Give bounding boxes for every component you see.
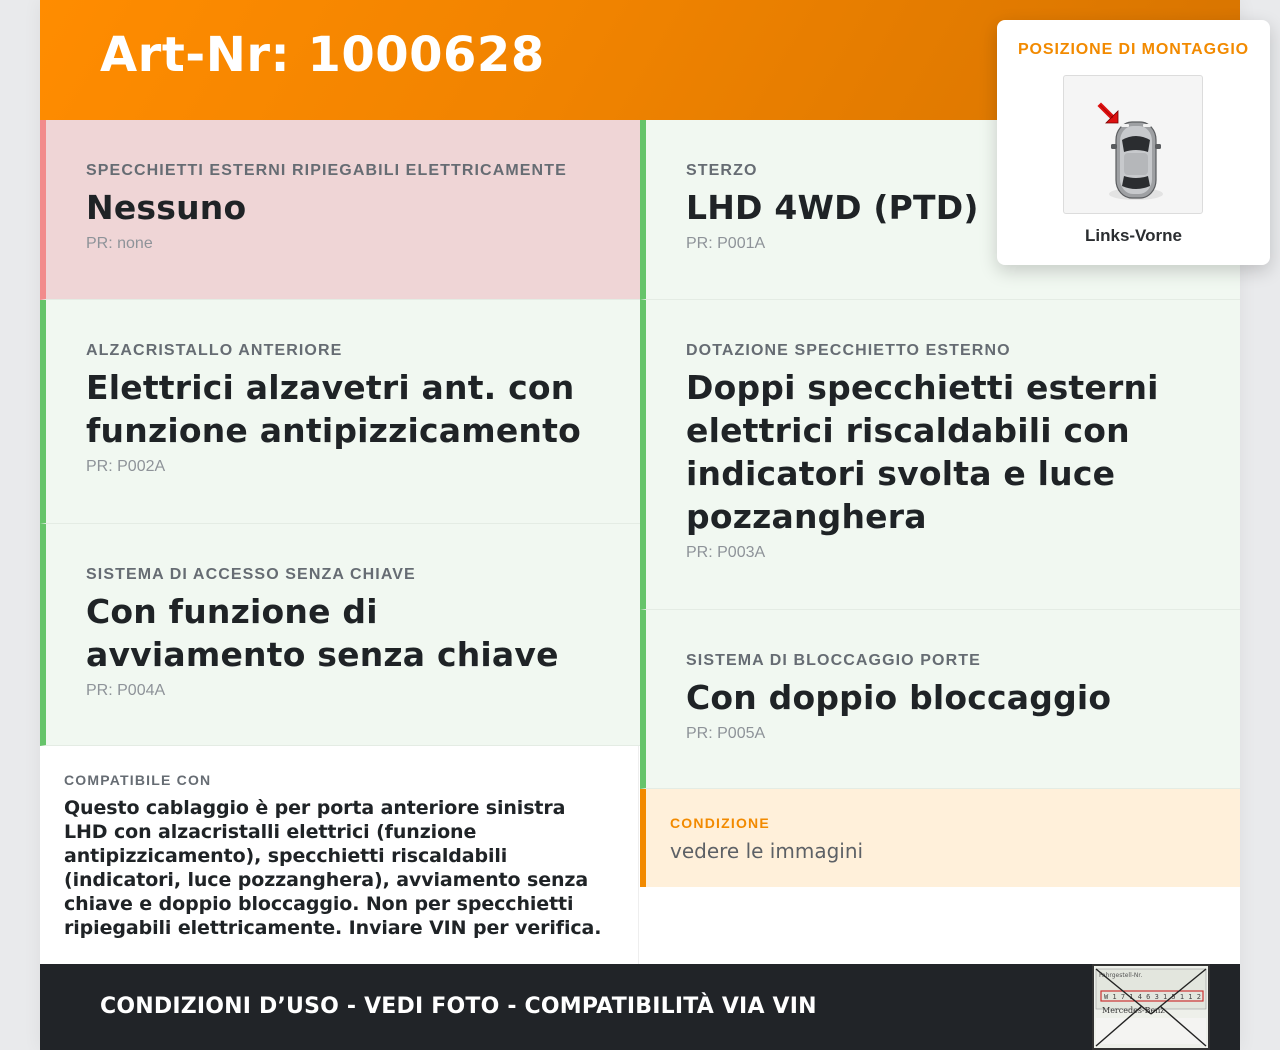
- spec-label: DOTAZIONE SPECCHIETTO ESTERNO: [686, 342, 1011, 359]
- spec-folding-mirrors: SPECCHIETTI ESTERNI RIPIEGABILI ELETTRIC…: [40, 120, 640, 300]
- spec-pr-code: PR: P003A: [686, 544, 766, 561]
- compatibility-section: COMPATIBILE CON Questo cablaggio è per p…: [40, 746, 639, 964]
- car-position-icon: [1097, 102, 1163, 200]
- footer-bar: CONDIZIONI D’USO - VEDI FOTO - COMPATIBI…: [40, 964, 1240, 1050]
- spec-label: ALZACRISTALLO ANTERIORE: [86, 342, 343, 359]
- compatibility-text: Questo cablaggio è per porta anteriore s…: [64, 797, 602, 939]
- mounting-position-card: POSIZIONE DI MONTAGGIO Links-Vorne: [997, 20, 1270, 265]
- vin-plate-thumbnail[interactable]: Fahrgestell-Nr. W 1 7 1 4 6 3 1 5 1 1 2 …: [1092, 964, 1210, 1050]
- compatibility-label: COMPATIBILE CON: [64, 772, 212, 788]
- vin-plate-number: W 1 7 1 4 6 3 1 5 1 1 2: [1104, 993, 1201, 1001]
- mounting-position-caption: Links-Vorne: [1085, 226, 1182, 245]
- spec-label: SISTEMA DI BLOCCAGGIO PORTE: [686, 652, 981, 669]
- mounting-position-title: POSIZIONE DI MONTAGGIO: [1017, 41, 1250, 58]
- spec-pr-code: PR: P005A: [686, 725, 766, 742]
- spec-keyless: SISTEMA DI ACCESSO SENZA CHIAVE Con funz…: [40, 524, 640, 746]
- page: Art-Nr: 1000628 SPECCHIETTI ESTERNI RIPI…: [40, 0, 1270, 1050]
- spec-pr-code: PR: P002A: [86, 458, 166, 475]
- spec-value: Elettrici alzavetri ant. con funzione an…: [86, 368, 581, 450]
- condition-section: CONDIZIONE vedere le immagini: [640, 789, 1240, 887]
- vin-plate-image: Fahrgestell-Nr. W 1 7 1 4 6 3 1 5 1 1 2 …: [1094, 966, 1208, 1048]
- condition-label: CONDIZIONE: [670, 815, 770, 831]
- car-top-view-image: [1063, 75, 1203, 214]
- footer-text: CONDIZIONI D’USO - VEDI FOTO - COMPATIBI…: [100, 994, 817, 1019]
- spec-mirror-equipment: DOTAZIONE SPECCHIETTO ESTERNO Doppi spec…: [640, 300, 1240, 610]
- article-number-title: Art-Nr: 1000628: [100, 27, 545, 83]
- condition-value: vedere le immagini: [670, 839, 864, 863]
- vin-plate-label: Fahrgestell-Nr.: [1099, 972, 1142, 979]
- spec-label: SPECCHIETTI ESTERNI RIPIEGABILI ELETTRIC…: [86, 162, 567, 179]
- spec-label: SISTEMA DI ACCESSO SENZA CHIAVE: [86, 566, 416, 583]
- spec-pr-code: PR: none: [86, 235, 153, 252]
- spec-value: Nessuno: [86, 188, 247, 227]
- spec-value: Doppi specchietti esterni elettrici risc…: [686, 368, 1159, 536]
- position-arrow-icon: [1097, 102, 1119, 124]
- spec-value: Con funzione di avviamento senza chiave: [86, 592, 559, 674]
- spec-pr-code: PR: P004A: [86, 682, 166, 699]
- spec-door-lock: SISTEMA DI BLOCCAGGIO PORTE Con doppio b…: [640, 610, 1240, 789]
- spec-front-window: ALZACRISTALLO ANTERIORE Elettrici alzave…: [40, 300, 640, 524]
- spec-value: Con doppio bloccaggio: [686, 678, 1112, 717]
